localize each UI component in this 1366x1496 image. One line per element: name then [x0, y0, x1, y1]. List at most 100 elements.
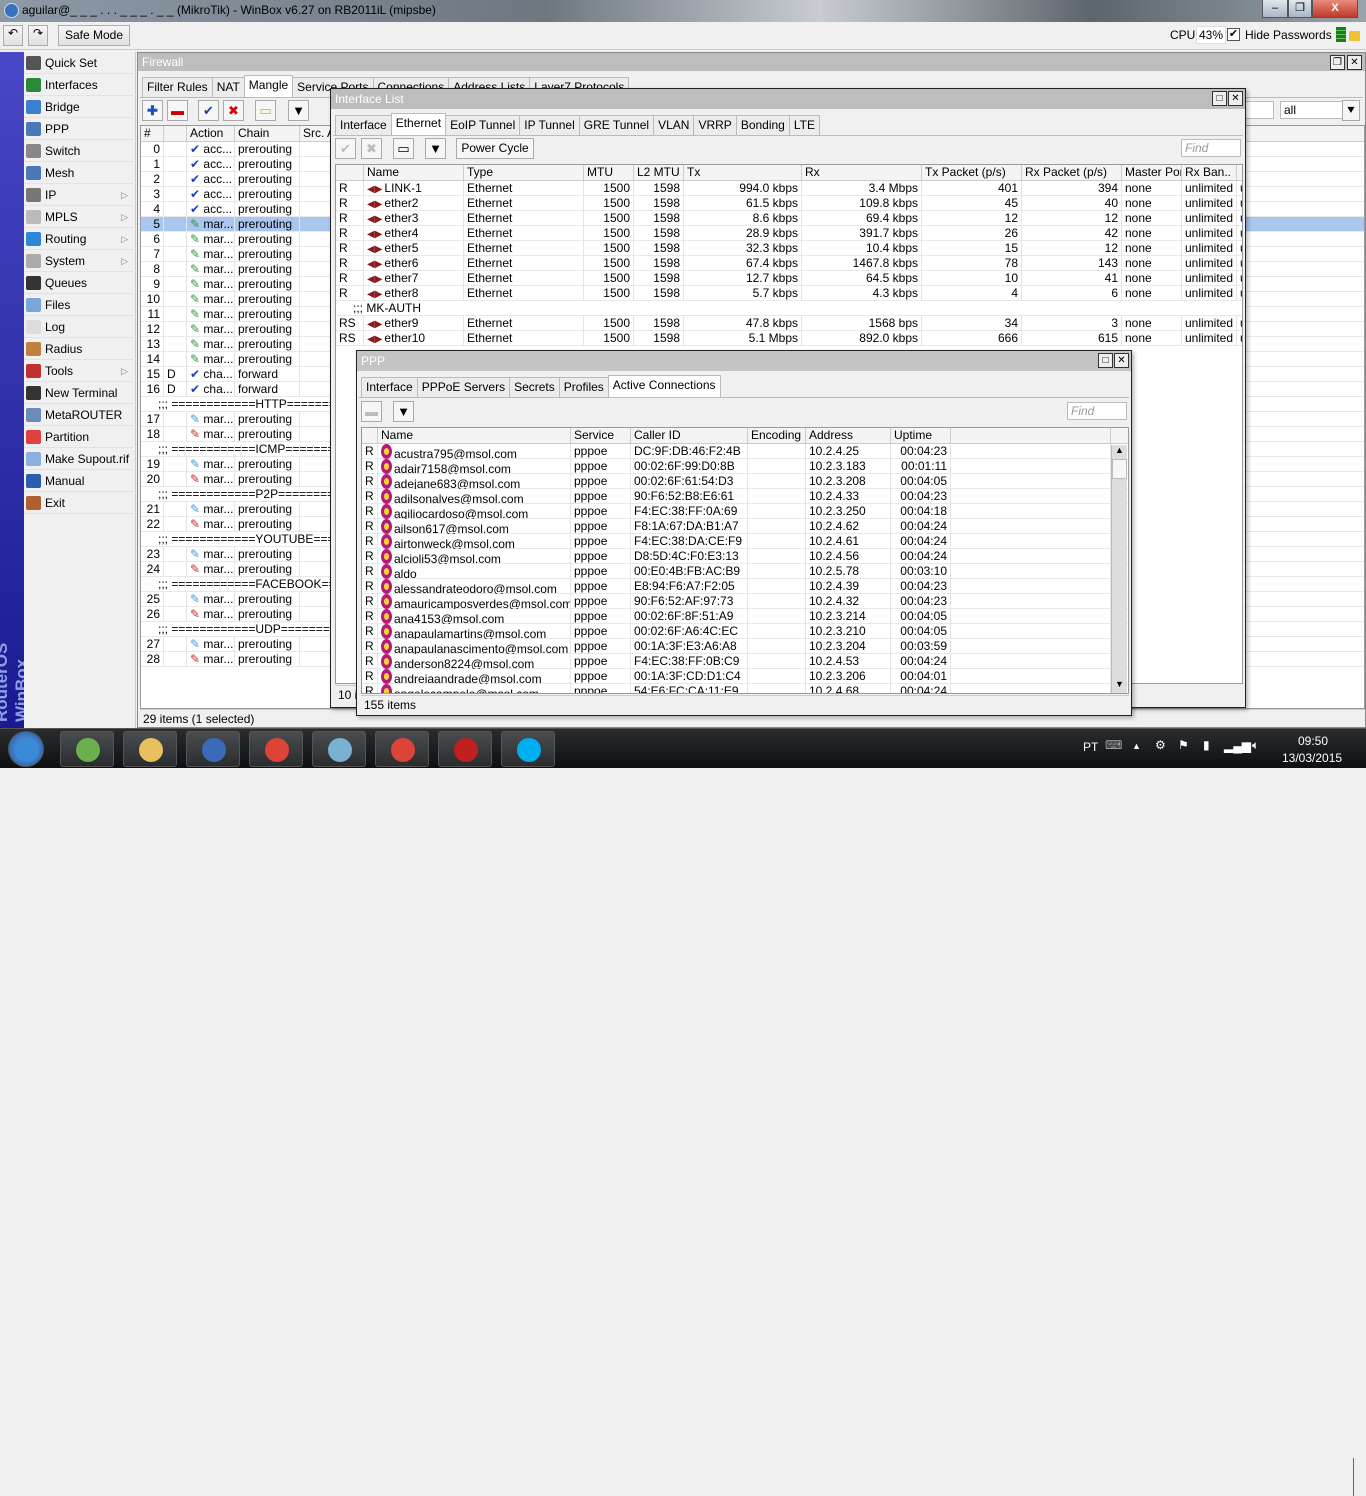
minimize-button[interactable]: – [1262, 0, 1288, 18]
menu-item-routing[interactable]: Routing ▷ [24, 228, 136, 250]
hide-passwords-checkbox[interactable]: ✔ [1227, 28, 1240, 41]
close-window-button[interactable]: ✕ [1228, 91, 1243, 106]
menu-item-queues[interactable]: Queues [24, 272, 136, 294]
remove-icon[interactable]: ▬ [167, 100, 188, 121]
column-header[interactable]: Name [378, 428, 571, 444]
vertical-scrollbar[interactable]: ▲ ▼ [1111, 445, 1127, 693]
menu-item-radius[interactable]: Radius [24, 338, 136, 360]
volume-icon[interactable]: 🔈︎ [1252, 738, 1259, 753]
menu-item-make-supout-rif[interactable]: Make Supout.rif [24, 448, 136, 470]
column-header[interactable]: Rx [802, 165, 922, 181]
scroll-up-icon[interactable]: ▲ [1112, 445, 1127, 459]
power-cycle-button[interactable]: Power Cycle [456, 138, 534, 159]
taskbar-app-red[interactable] [438, 731, 492, 767]
table-row[interactable]: Ragiliocardoso@msol.com pppoe F4:EC:38:FF:… [362, 504, 1128, 519]
taskbar-chrome[interactable] [249, 731, 303, 767]
taskbar-skype[interactable] [501, 731, 555, 767]
comment-row[interactable]: ;;; MK-AUTH [336, 301, 1242, 316]
column-header[interactable]: Name [364, 165, 464, 181]
menu-item-ppp[interactable]: PPP [24, 118, 136, 140]
tab-nat[interactable]: NAT [211, 77, 245, 97]
disable-icon[interactable]: ✖ [223, 100, 244, 121]
tab-vlan[interactable]: VLAN [653, 115, 695, 135]
keyboard-icon[interactable]: ⌨ [1105, 738, 1122, 752]
maximize-window-button[interactable]: □ [1098, 353, 1113, 368]
menu-item-files[interactable]: Files [24, 294, 136, 316]
scroll-thumb[interactable] [1112, 459, 1127, 479]
column-header[interactable]: Type [464, 165, 584, 181]
table-row[interactable]: R ◀▶ ether7 Ethernet 1500 1598 12.7 kbps 64.5 k… [336, 271, 1242, 286]
filter-icon[interactable]: ▼ [425, 138, 446, 159]
show-desktop-button[interactable] [1353, 1458, 1366, 1496]
signal-icon[interactable]: ▂▄▆ [1224, 739, 1251, 753]
table-row[interactable]: Radair7158@msol.com pppoe 00:02:6F:99:D0:8… [362, 459, 1128, 474]
taskbar-winbox[interactable] [186, 731, 240, 767]
column-header[interactable]: Rx Ban.. [1182, 165, 1237, 181]
column-header[interactable]: L2 MTU [634, 165, 684, 181]
tab-eoip-tunnel[interactable]: EoIP Tunnel [445, 115, 521, 135]
table-row[interactable]: RS ◀▶ ether9 Ethernet 1500 1598 47.8 kbps 1568 … [336, 316, 1242, 331]
table-row[interactable]: R ◀▶ ether5 Ethernet 1500 1598 32.3 kbps 10.4 k… [336, 241, 1242, 256]
restore-button[interactable]: ❐ [1330, 55, 1345, 70]
language-indicator[interactable]: PT [1083, 740, 1098, 754]
menu-item-exit[interactable]: Exit [24, 492, 136, 514]
clock-date[interactable]: 13/03/2015 [1282, 751, 1342, 765]
menu-item-partition[interactable]: Partition [24, 426, 136, 448]
table-row[interactable]: Ramauricamposverdes@msol.com pppoe 90:F6:5… [362, 594, 1128, 609]
column-header[interactable]: MTU [584, 165, 634, 181]
safe-mode-button[interactable]: Safe Mode [58, 25, 130, 46]
column-header[interactable] [951, 428, 1111, 444]
table-row[interactable]: Randreiaandrade@msol.com pppoe 00:1A:3F:CD… [362, 669, 1128, 684]
taskbar-chrome-2[interactable] [375, 731, 429, 767]
find-field[interactable]: Find [1067, 402, 1127, 420]
tab-mangle[interactable]: Mangle [243, 75, 294, 97]
column-header[interactable]: Action [187, 126, 235, 142]
column-header[interactable]: # [141, 126, 164, 142]
table-row[interactable]: Rangelocampelo@msol.com pppoe 54:E6:FC:CA:… [362, 684, 1128, 693]
column-header[interactable]: Service [571, 428, 631, 444]
table-row[interactable]: R ◀▶ ether2 Ethernet 1500 1598 61.5 kbps 109.8 … [336, 196, 1242, 211]
table-row[interactable]: R ◀▶ ether8 Ethernet 1500 1598 5.7 kbps 4.3 kbp… [336, 286, 1242, 301]
column-header[interactable]: Address [806, 428, 891, 444]
close-button[interactable]: X [1312, 0, 1358, 18]
tab-interface[interactable]: Interface [361, 377, 418, 397]
find-field[interactable]: Find [1181, 139, 1241, 157]
tab-ethernet[interactable]: Ethernet [390, 113, 447, 135]
menu-item-interfaces[interactable]: Interfaces [24, 74, 136, 96]
table-row[interactable]: Ranapaulanascimento@msol.com pppoe 00:1A:3… [362, 639, 1128, 654]
disable-icon[interactable]: ✖ [361, 138, 382, 159]
table-row[interactable]: R ◀▶ ether3 Ethernet 1500 1598 8.6 kbps 69.4 kb… [336, 211, 1242, 226]
table-row[interactable]: Ralcioli53@msol.com pppoe D8:5D:4C:F0:E3:1… [362, 549, 1128, 564]
comment-icon[interactable]: ▭ [255, 100, 276, 121]
taskbar-vmware[interactable] [60, 731, 114, 767]
filter-select[interactable]: all [1280, 101, 1350, 119]
column-header[interactable] [164, 126, 187, 142]
tab-active-connections[interactable]: Active Connections [607, 375, 721, 397]
table-row[interactable]: Racustra795@msol.com pppoe DC:9F:DB:46:F2:… [362, 444, 1128, 459]
tab-lte[interactable]: LTE [788, 115, 820, 135]
tab-vrrp[interactable]: VRRP [693, 115, 737, 135]
table-row[interactable]: Rairtonweck@msol.com pppoe F4:EC:38:DA:CE:… [362, 534, 1128, 549]
column-header[interactable]: Master Port [1122, 165, 1182, 181]
enable-icon[interactable]: ✔ [335, 138, 356, 159]
menu-item-log[interactable]: Log [24, 316, 136, 338]
remove-icon[interactable]: ▬ [361, 401, 382, 422]
column-header[interactable] [362, 428, 378, 444]
menu-item-manual[interactable]: Manual [24, 470, 136, 492]
tab-bonding[interactable]: Bonding [735, 115, 790, 135]
menu-item-new-terminal[interactable]: New Terminal [24, 382, 136, 404]
close-window-button[interactable]: ✕ [1114, 353, 1129, 368]
menu-item-metarouter[interactable]: MetaROUTER [24, 404, 136, 426]
filter-dropdown-icon[interactable]: ⯆ [1342, 100, 1360, 121]
table-row[interactable]: Randerson8224@msol.com pppoe F4:EC:38:FF:0… [362, 654, 1128, 669]
scroll-down-icon[interactable]: ▼ [1112, 679, 1127, 693]
tab-interface[interactable]: Interface [335, 115, 392, 135]
menu-item-ip[interactable]: IP ▷ [24, 184, 136, 206]
table-row[interactable]: RS ◀▶ ether10 Ethernet 1500 1598 5.1 Mbps 892.0… [336, 331, 1242, 346]
table-row[interactable]: Ranapaulamartins@msol.com pppoe 00:02:6F:A… [362, 624, 1128, 639]
tab-pppoe-servers[interactable]: PPPoE Servers [416, 377, 511, 397]
comment-icon[interactable]: ▭ [393, 138, 414, 159]
menu-item-bridge[interactable]: Bridge [24, 96, 136, 118]
column-header[interactable]: Tx [684, 165, 802, 181]
column-header[interactable]: Uptime [891, 428, 951, 444]
